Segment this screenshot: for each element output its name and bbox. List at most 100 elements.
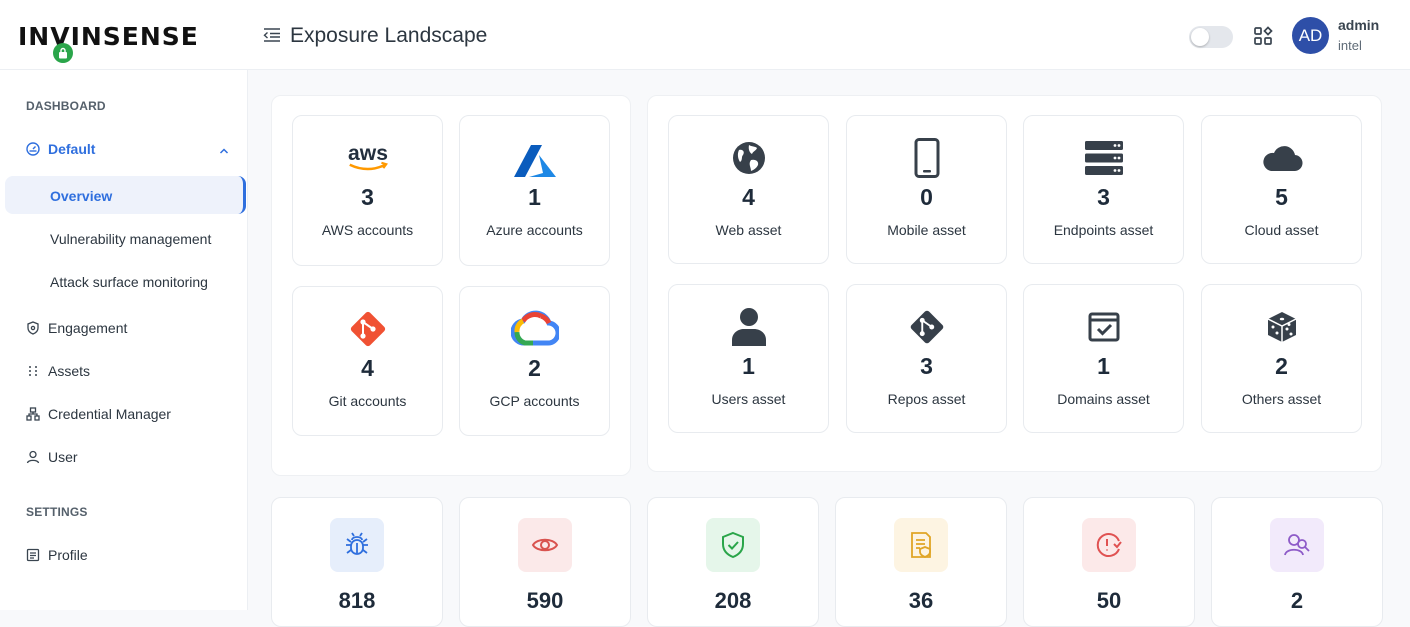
domains-asset-label: Domains asset — [1057, 391, 1150, 407]
users-asset-count: 1 — [742, 353, 755, 379]
cloud-asset-label: Cloud asset — [1244, 222, 1319, 238]
sidebar-item-label: Profile — [48, 547, 88, 563]
others-asset-count: 2 — [1275, 353, 1288, 379]
sidebar-item-profile[interactable]: Profile — [26, 543, 88, 567]
profile-list-icon — [26, 548, 40, 562]
azure-accounts-count: 1 — [528, 184, 541, 210]
bug-icon — [330, 518, 384, 572]
gcp-accounts-count: 2 — [528, 355, 541, 381]
invinsense-logo[interactable]: INVINSENSE — [18, 18, 223, 66]
repos-asset-count: 3 — [920, 353, 933, 379]
cloud-icon — [1258, 138, 1306, 178]
menu-toggle-icon[interactable] — [262, 26, 282, 44]
gcp-accounts-label: GCP accounts — [489, 393, 580, 409]
sidebar-item-label: Credential Manager — [48, 406, 171, 422]
dots-grid-icon — [26, 364, 40, 378]
sidebar-item-vulnerability-management[interactable]: Vulnerability management — [50, 231, 211, 247]
stat-card-secured[interactable]: 208 — [647, 497, 819, 627]
top-header: INVINSENSE Exposure Landscape AD admin i… — [0, 0, 1410, 70]
report-icon — [894, 518, 948, 572]
domain-check-icon — [1080, 307, 1128, 347]
azure-logo-icon — [511, 141, 559, 181]
sidebar-item-label: Assets — [48, 363, 91, 379]
dashboard-gauge-icon — [26, 142, 40, 156]
users-asset-label: Users asset — [711, 391, 786, 407]
stat-card-vulnerabilities[interactable]: 818 — [271, 497, 443, 627]
git-accounts-card[interactable]: 4 Git accounts — [292, 286, 443, 436]
sidebar-item-assets[interactable]: Assets — [26, 359, 90, 383]
gcp-accounts-card[interactable]: 2 GCP accounts — [459, 286, 610, 436]
sidebar: DASHBOARD Default Overview Vulnerability… — [0, 70, 248, 610]
users-icon — [1270, 518, 1324, 572]
stat-card-alerts[interactable]: 50 — [1023, 497, 1195, 627]
domains-asset-count: 1 — [1097, 353, 1110, 379]
user-name[interactable]: admin — [1338, 17, 1379, 33]
endpoints-asset-count: 3 — [1097, 184, 1110, 210]
stat-card-reports[interactable]: 36 — [835, 497, 1007, 627]
shield-icon — [26, 321, 40, 335]
logo-text: INVINSENSE — [18, 22, 199, 51]
others-asset-label: Others asset — [1241, 391, 1322, 407]
mobile-asset-count: 0 — [920, 184, 933, 210]
web-asset-card[interactable]: 4 Web asset — [668, 115, 829, 264]
sidebar-item-label: Engagement — [48, 320, 128, 336]
users-asset-card[interactable]: 1 Users asset — [668, 284, 829, 433]
azure-accounts-label: Azure accounts — [486, 222, 583, 238]
web-asset-label: Web asset — [715, 222, 782, 238]
git-logo-icon — [344, 309, 392, 349]
stat-value: 590 — [526, 588, 564, 613]
lock-icon — [53, 43, 73, 63]
avatar[interactable]: AD — [1292, 17, 1329, 54]
svg-text:aws: aws — [348, 142, 388, 165]
repos-asset-card[interactable]: 3 Repos asset — [846, 284, 1007, 433]
cloud-asset-count: 5 — [1275, 184, 1288, 210]
repos-asset-label: Repos asset — [887, 391, 966, 407]
stat-card-users[interactable]: 2 — [1211, 497, 1383, 627]
chevron-up-icon[interactable] — [218, 144, 230, 156]
server-icon — [1080, 138, 1128, 178]
others-asset-card[interactable]: 2 Others asset — [1201, 284, 1362, 433]
stat-value: 208 — [714, 588, 752, 613]
endpoints-asset-card[interactable]: 3 Endpoints asset — [1023, 115, 1184, 264]
sidebar-item-overview[interactable]: Overview — [50, 188, 112, 204]
endpoints-asset-label: Endpoints asset — [1053, 222, 1154, 238]
toggle-knob — [1191, 28, 1209, 46]
mobile-icon — [903, 138, 951, 178]
sitemap-icon — [26, 407, 40, 421]
sidebar-item-credential-manager[interactable]: Credential Manager — [26, 402, 171, 426]
cloud-asset-card[interactable]: 5 Cloud asset — [1201, 115, 1362, 264]
stat-value: 2 — [1290, 588, 1304, 613]
stat-value: 36 — [908, 588, 934, 613]
apps-grid-icon[interactable] — [1253, 26, 1273, 46]
section-dashboard: DASHBOARD — [26, 99, 106, 113]
eye-icon — [518, 518, 572, 572]
domains-asset-card[interactable]: 1 Domains asset — [1023, 284, 1184, 433]
mobile-asset-label: Mobile asset — [887, 222, 966, 238]
git-accounts-label: Git accounts — [328, 393, 407, 409]
mobile-asset-card[interactable]: 0 Mobile asset — [846, 115, 1007, 264]
sidebar-item-attack-surface-monitoring[interactable]: Attack surface monitoring — [50, 274, 208, 290]
alert-clock-icon — [1082, 518, 1136, 572]
section-settings: SETTINGS — [26, 505, 88, 519]
web-asset-count: 4 — [742, 184, 755, 210]
git-accounts-count: 4 — [361, 355, 374, 381]
azure-accounts-card[interactable]: 1 Azure accounts — [459, 115, 610, 266]
user-org: intel — [1338, 38, 1362, 53]
sidebar-item-default[interactable]: Default — [26, 137, 95, 161]
sidebar-item-engagement[interactable]: Engagement — [26, 316, 127, 340]
sidebar-item-label: Default — [48, 141, 96, 157]
stat-card-exposures[interactable]: 590 — [459, 497, 631, 627]
active-highlight — [5, 176, 246, 214]
user-icon — [26, 450, 40, 464]
git-icon — [903, 307, 951, 347]
sidebar-item-label: User — [48, 449, 78, 465]
aws-logo-icon: aws — [344, 138, 392, 178]
theme-toggle[interactable] — [1189, 26, 1233, 48]
aws-accounts-count: 3 — [361, 184, 374, 210]
gcp-logo-icon — [510, 309, 559, 349]
aws-accounts-card[interactable]: aws 3 AWS accounts — [292, 115, 443, 266]
sidebar-item-user[interactable]: User — [26, 445, 78, 469]
shield-check-icon — [706, 518, 760, 572]
stat-value: 818 — [338, 588, 376, 613]
stat-value: 50 — [1096, 588, 1122, 613]
